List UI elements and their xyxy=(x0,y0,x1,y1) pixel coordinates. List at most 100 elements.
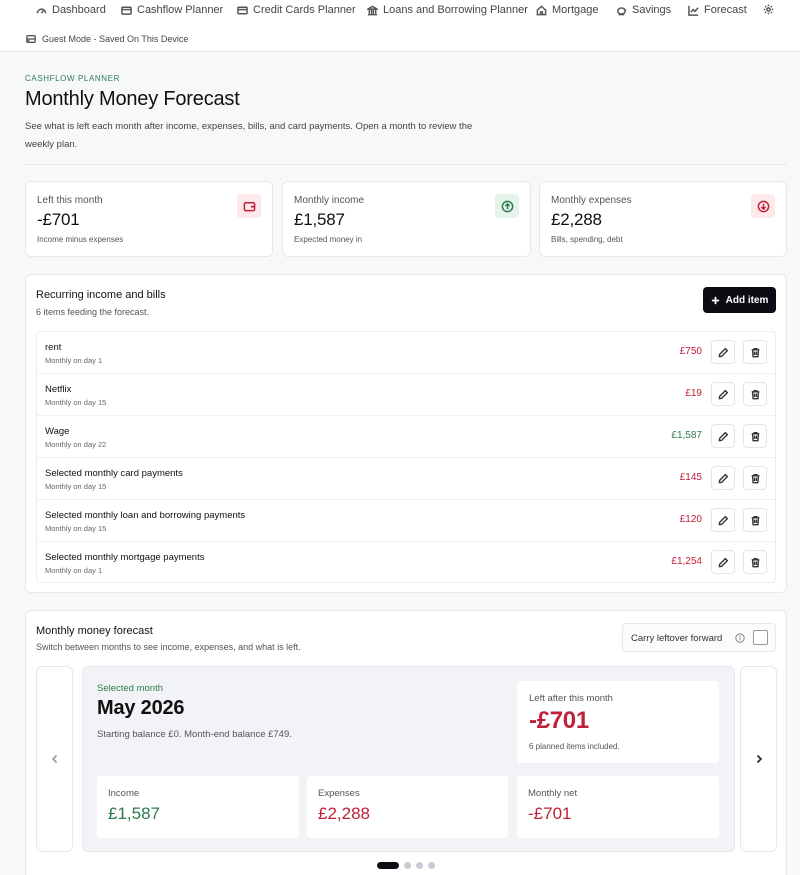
nav-item-credit-cards-planner[interactable]: Credit Cards Planner xyxy=(237,4,356,16)
nav-item-mortgage[interactable]: Mortgage xyxy=(536,4,598,16)
trash-icon xyxy=(751,347,759,357)
gear-icon xyxy=(763,4,774,15)
stat-card-left-this-month: Left this month -£701 Income minus expen… xyxy=(25,181,273,257)
nav-item-label: Credit Cards Planner xyxy=(253,4,356,16)
piggy-bank-icon xyxy=(617,6,627,15)
month-name: May 2026 xyxy=(97,697,185,719)
pagination-dot[interactable] xyxy=(428,862,435,869)
item-amount: £1,254 xyxy=(671,556,702,567)
left-after-month-label: Left after this month xyxy=(529,693,613,704)
wallet-icon xyxy=(121,6,132,15)
nav-item-forecast[interactable]: Forecast xyxy=(688,4,747,16)
item-schedule: Monthly on day 1 xyxy=(45,356,103,365)
nav-bar: Dashboard Cashflow Planner Credit Cards … xyxy=(0,4,800,20)
nav-item-savings[interactable]: Savings xyxy=(616,4,671,16)
delete-item-button[interactable] xyxy=(743,424,767,448)
list-item: Wage Monthly on day 22 £1,587 xyxy=(37,416,775,458)
pagination-dot[interactable] xyxy=(377,862,399,869)
page-title: Monthly Money Forecast xyxy=(25,88,240,110)
home-icon xyxy=(536,4,547,15)
carry-leftover-toggle[interactable]: Carry leftover forward xyxy=(622,623,776,652)
monthly-net-label: Monthly net xyxy=(528,788,578,799)
delete-item-button[interactable] xyxy=(743,550,767,574)
list-item: Selected monthly mortgage payments Monthl… xyxy=(37,542,775,582)
item-amount: £120 xyxy=(679,514,702,525)
trash-icon xyxy=(751,431,759,441)
settings-button[interactable] xyxy=(763,4,774,15)
edit-item-button[interactable] xyxy=(711,382,735,406)
edit-item-button[interactable] xyxy=(711,550,735,574)
arrow-up-circle-icon xyxy=(495,194,519,218)
pencil-icon xyxy=(718,347,728,357)
list-item: Selected monthly loan and borrowing paym… xyxy=(37,500,775,542)
guest-mode-label: Guest Mode - Saved On This Device xyxy=(42,34,189,44)
edit-item-button[interactable] xyxy=(711,340,735,364)
stat-card-monthly-income: Monthly income £1,587 Expected money in xyxy=(282,181,531,257)
delete-item-button[interactable] xyxy=(743,466,767,490)
income-label: Income xyxy=(108,788,140,799)
delete-item-button[interactable] xyxy=(743,340,767,364)
list-item: rent Monthly on day 1 £750 xyxy=(37,332,775,374)
page-subtitle: See what is left each month after income… xyxy=(25,121,473,150)
item-schedule: Monthly on day 1 xyxy=(45,566,103,575)
delete-item-button[interactable] xyxy=(743,382,767,406)
planned-items-note: 6 planned items included. xyxy=(529,742,620,751)
bank-icon xyxy=(367,5,378,15)
nav-item-label: Dashboard xyxy=(52,4,106,16)
month-pagination xyxy=(377,862,447,870)
edit-item-button[interactable] xyxy=(711,424,735,448)
forecast-title: Monthly money forecast xyxy=(36,625,153,637)
item-schedule: Monthly on day 15 xyxy=(45,398,107,407)
pencil-icon xyxy=(718,431,728,441)
pencil-icon xyxy=(718,389,728,399)
stat-value: £1,587 xyxy=(294,210,345,229)
recurring-subtitle: 6 items feeding the forecast. xyxy=(36,307,150,317)
pagination-dot[interactable] xyxy=(416,862,423,869)
item-amount: £1,587 xyxy=(671,430,702,441)
nav-item-label: Forecast xyxy=(704,4,747,16)
selected-month-panel: Selected month May 2026 Starting balance… xyxy=(82,666,735,852)
top-navigation: Dashboard Cashflow Planner Credit Cards … xyxy=(0,0,800,52)
pagination-dot[interactable] xyxy=(404,862,411,869)
nav-item-label: Mortgage xyxy=(552,4,599,16)
header-divider xyxy=(25,164,787,165)
recurring-list: rent Monthly on day 1 £750 Netflix Monthly o… xyxy=(36,331,776,583)
line-chart-icon xyxy=(688,5,699,16)
item-name: Wage xyxy=(45,426,70,437)
delete-item-button[interactable] xyxy=(743,508,767,532)
item-schedule: Monthly on day 15 xyxy=(45,482,107,491)
edit-item-button[interactable] xyxy=(711,508,735,532)
income-summary: Income £1,587 xyxy=(97,776,299,838)
info-icon[interactable] xyxy=(735,633,745,643)
expenses-label: Expenses xyxy=(318,788,360,799)
trash-icon xyxy=(751,515,759,525)
storage-icon xyxy=(26,35,36,43)
left-after-month-value: -£701 xyxy=(529,707,589,734)
chevron-right-icon xyxy=(756,754,762,764)
pencil-icon xyxy=(718,473,728,483)
forecast-subtitle: Switch between months to see income, exp… xyxy=(36,642,301,652)
nav-item-dashboard[interactable]: Dashboard xyxy=(36,4,106,16)
nav-item-label: Cashflow Planner xyxy=(137,4,224,16)
add-item-button[interactable]: Add item xyxy=(703,287,776,313)
carry-leftover-checkbox[interactable] xyxy=(753,630,768,645)
add-item-label: Add item xyxy=(725,294,769,306)
nav-item-loans-and-borrowing-planner[interactable]: Loans and Borrowing Planner xyxy=(367,4,528,16)
monthly-forecast-card: Monthly money forecast Switch between mo… xyxy=(25,610,787,875)
previous-month-button[interactable] xyxy=(36,666,73,852)
item-schedule: Monthly on day 15 xyxy=(45,524,107,533)
item-amount: £19 xyxy=(685,388,702,399)
edit-item-button[interactable] xyxy=(711,466,735,490)
wallet-icon xyxy=(237,194,261,218)
income-value: £1,587 xyxy=(108,804,160,823)
arrow-down-circle-icon xyxy=(751,194,775,218)
stat-value: -£701 xyxy=(37,210,80,229)
item-name: rent xyxy=(45,342,62,353)
nav-item-cashflow-planner[interactable]: Cashflow Planner xyxy=(121,4,223,16)
next-month-button[interactable] xyxy=(740,666,777,852)
selected-month-label: Selected month xyxy=(97,683,164,694)
pencil-icon xyxy=(718,557,728,567)
gauge-icon xyxy=(36,7,47,14)
stat-value: £2,288 xyxy=(551,210,602,229)
left-after-month-box: Left after this month -£701 6 planned it… xyxy=(517,681,719,763)
